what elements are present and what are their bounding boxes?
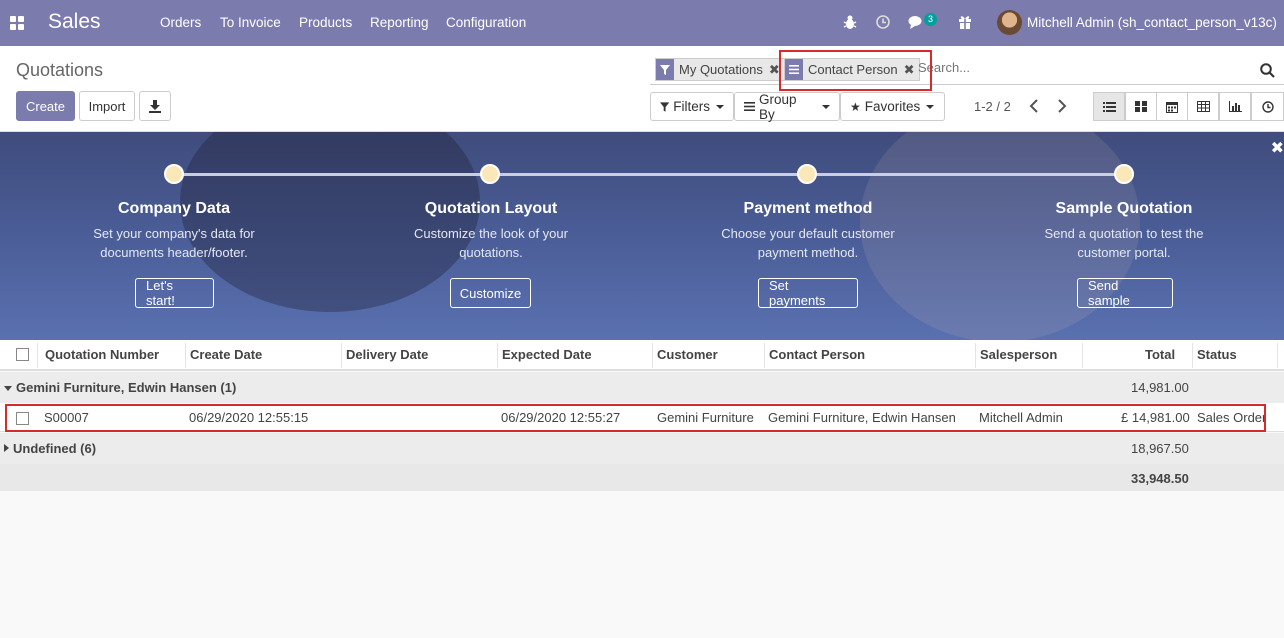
view-graph-button[interactable] bbox=[1219, 92, 1251, 121]
highlight-contact-person-facet bbox=[779, 50, 932, 91]
step-title: Company Data bbox=[117, 200, 231, 217]
pager-next-icon[interactable] bbox=[1057, 99, 1067, 113]
facet-label: My Quotations bbox=[679, 62, 763, 77]
import-button[interactable]: Import bbox=[79, 91, 135, 121]
list-view-icon bbox=[1102, 101, 1116, 112]
banner-background-shape bbox=[180, 132, 480, 312]
step-description: Customize the look of your quotations. bbox=[414, 226, 568, 260]
lets-start-button[interactable]: Let's start! bbox=[135, 278, 214, 308]
header-expected-date[interactable]: Expected Date bbox=[502, 347, 592, 362]
menu-orders[interactable]: Orders bbox=[160, 15, 201, 30]
step-title: Sample Quotation bbox=[1055, 200, 1193, 217]
search-box: My Quotations ✖ Contact Person ✖ bbox=[650, 56, 1284, 85]
header-create-date[interactable]: Create Date bbox=[190, 347, 262, 362]
calendar-view-icon bbox=[1166, 101, 1178, 113]
menu-to-invoice[interactable]: To Invoice bbox=[220, 15, 281, 30]
top-navbar: Sales Orders To Invoice Products Reporti… bbox=[0, 0, 1284, 46]
header-total[interactable]: Total bbox=[1145, 347, 1175, 362]
step-dot-payment-method bbox=[797, 164, 817, 184]
filters-label: Filters bbox=[673, 99, 710, 114]
user-avatar[interactable] bbox=[997, 10, 1022, 35]
grand-total: 33,948.50 bbox=[1131, 471, 1189, 486]
menu-products[interactable]: Products bbox=[299, 15, 352, 30]
clock-icon[interactable] bbox=[876, 15, 890, 29]
onboarding-banner: ✖ Company Data Set your company's data f… bbox=[0, 132, 1284, 340]
progress-line bbox=[174, 173, 1125, 176]
group-label: Gemini Furniture, Edwin Hansen (1) bbox=[16, 380, 237, 395]
menu-reporting[interactable]: Reporting bbox=[370, 15, 429, 30]
view-list-button[interactable] bbox=[1093, 92, 1125, 121]
apps-menu-icon[interactable] bbox=[10, 16, 24, 30]
filter-icon bbox=[656, 59, 674, 80]
view-kanban-button[interactable] bbox=[1125, 92, 1157, 121]
download-button[interactable] bbox=[139, 91, 171, 121]
step-dot-sample-quotation bbox=[1114, 164, 1134, 184]
step-dot-quotation-layout bbox=[480, 164, 500, 184]
bug-icon[interactable] bbox=[843, 14, 857, 30]
group-by-label: Group By bbox=[759, 91, 797, 122]
view-calendar-button[interactable] bbox=[1156, 92, 1188, 121]
header-status[interactable]: Status bbox=[1197, 347, 1237, 362]
step-title: Payment method bbox=[743, 200, 873, 217]
filters-dropdown[interactable]: Filters bbox=[650, 92, 734, 121]
step-title: Quotation Layout bbox=[424, 200, 558, 217]
favorites-dropdown[interactable]: ★ Favorites bbox=[840, 92, 945, 121]
banner-close-icon[interactable]: ✖ bbox=[1271, 138, 1284, 158]
caret-down-icon bbox=[4, 386, 12, 391]
menu-configuration[interactable]: Configuration bbox=[446, 15, 526, 30]
caret-right-icon bbox=[4, 444, 9, 452]
step-dot-company-data bbox=[164, 164, 184, 184]
activity-view-icon bbox=[1261, 100, 1274, 113]
breadcrumb-title: Quotations bbox=[16, 60, 104, 80]
group-label: Undefined (6) bbox=[13, 441, 97, 456]
facet-my-quotations: My Quotations ✖ bbox=[655, 58, 785, 81]
header-salesperson[interactable]: Salesperson bbox=[980, 347, 1057, 362]
list-header: Quotation Number Create Date Delivery Da… bbox=[0, 340, 1284, 371]
view-pivot-button[interactable] bbox=[1187, 92, 1219, 121]
pager-previous-icon[interactable] bbox=[1029, 99, 1039, 113]
chat-count-badge: 3 bbox=[924, 13, 938, 26]
app-brand[interactable]: Sales bbox=[48, 10, 101, 34]
step-description: Set your company's data for documents hea… bbox=[93, 226, 255, 260]
pager-value[interactable]: 1-2 / 2 bbox=[974, 99, 1011, 114]
chat-icon[interactable] bbox=[908, 15, 925, 30]
view-activity-button[interactable] bbox=[1251, 92, 1284, 121]
step-description: Send a quotation to test the customer por… bbox=[1044, 226, 1204, 260]
send-sample-button[interactable]: Send sample bbox=[1077, 278, 1173, 308]
group-by-dropdown[interactable]: Group By bbox=[734, 91, 840, 122]
group-total: 18,967.50 bbox=[1131, 441, 1189, 456]
customize-button[interactable]: Customize bbox=[450, 278, 531, 308]
header-quotation-number[interactable]: Quotation Number bbox=[45, 347, 159, 362]
group-total: 14,981.00 bbox=[1131, 380, 1189, 395]
list-footer: 33,948.50 bbox=[0, 464, 1284, 491]
group-row-gemini[interactable]: Gemini Furniture, Edwin Hansen (1) 14,98… bbox=[0, 372, 1284, 404]
header-customer[interactable]: Customer bbox=[657, 347, 718, 362]
create-button[interactable]: Create bbox=[16, 91, 75, 121]
pivot-view-icon bbox=[1196, 101, 1210, 112]
graph-view-icon bbox=[1228, 101, 1242, 112]
control-panel: Quotations Create Import My Quotations ✖… bbox=[0, 46, 1284, 132]
select-all-checkbox[interactable] bbox=[16, 348, 29, 361]
list-icon bbox=[744, 102, 755, 111]
favorites-label: Favorites bbox=[864, 99, 921, 114]
step-description: Choose your default customer payment meth… bbox=[721, 226, 895, 260]
user-menu[interactable]: Mitchell Admin (sh_contact_person_v13c) bbox=[1027, 15, 1277, 30]
search-input[interactable] bbox=[918, 60, 1248, 75]
group-row-undefined[interactable]: Undefined (6) 18,967.50 bbox=[0, 433, 1284, 465]
star-icon: ★ bbox=[850, 99, 861, 114]
header-contact-person[interactable]: Contact Person bbox=[769, 347, 865, 362]
gift-icon[interactable] bbox=[958, 14, 972, 29]
filter-icon bbox=[660, 101, 670, 112]
download-icon bbox=[149, 99, 161, 113]
header-delivery-date[interactable]: Delivery Date bbox=[346, 347, 428, 362]
highlight-row bbox=[5, 404, 1266, 432]
kanban-view-icon bbox=[1135, 101, 1147, 112]
set-payments-button[interactable]: Set payments bbox=[758, 278, 858, 308]
search-icon[interactable] bbox=[1260, 63, 1275, 78]
